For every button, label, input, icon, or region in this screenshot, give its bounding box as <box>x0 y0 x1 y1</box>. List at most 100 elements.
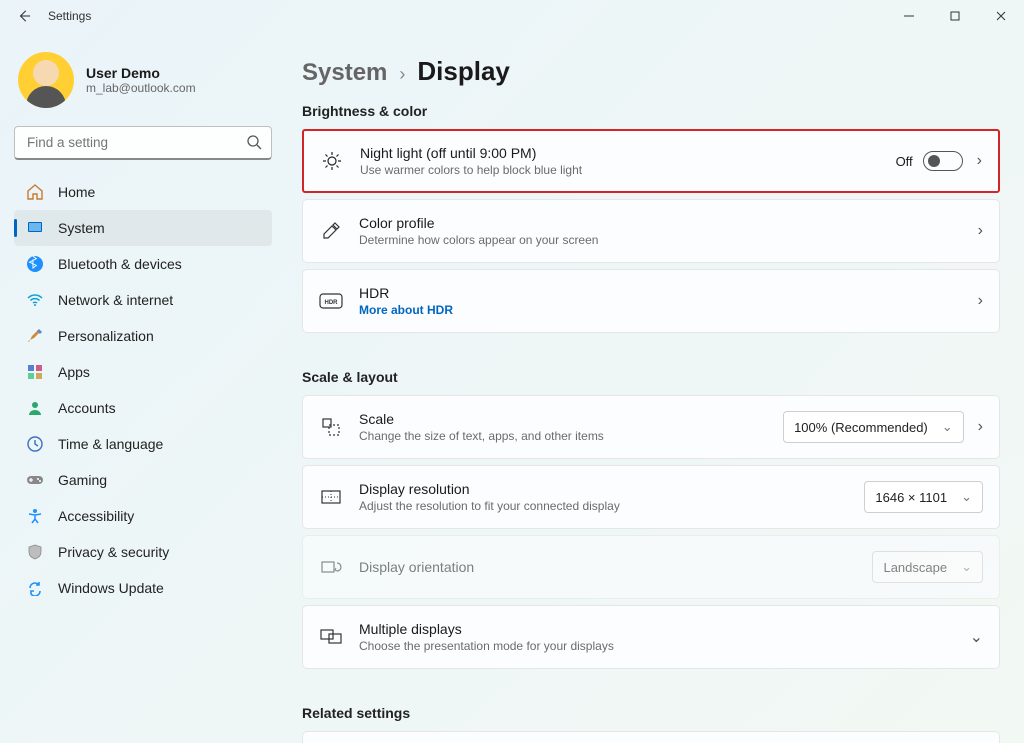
card-desc: Choose the presentation mode for your di… <box>359 639 954 653</box>
resolution-icon <box>319 488 343 506</box>
resolution-dropdown[interactable]: 1646 × 1101 ⌄ <box>864 481 983 513</box>
main-content: System › Display Brightness & color Nigh… <box>286 32 1024 743</box>
nav-accounts[interactable]: Accounts <box>14 390 272 426</box>
section-related: Related settings <box>302 705 1000 721</box>
nav-bluetooth[interactable]: Bluetooth & devices <box>14 246 272 282</box>
close-button[interactable] <box>978 0 1024 32</box>
apps-icon <box>26 363 44 381</box>
nav-label: Time & language <box>58 436 163 452</box>
profile-card[interactable]: User Demo m_lab@outlook.com <box>18 52 268 108</box>
search-input[interactable] <box>14 126 272 160</box>
profile-email: m_lab@outlook.com <box>86 81 196 95</box>
eyedropper-icon <box>319 221 343 241</box>
hdr-icon: HDR <box>319 293 343 309</box>
orientation-row: Display orientation Landscape ⌄ <box>302 535 1000 599</box>
nav-label: Personalization <box>58 328 154 344</box>
card-title: Color profile <box>359 215 962 231</box>
accessibility-icon <box>26 507 44 525</box>
chevron-right-icon: › <box>978 292 983 310</box>
card-title: Display orientation <box>359 559 856 575</box>
scale-icon <box>319 417 343 437</box>
combo-value: Landscape <box>883 560 947 575</box>
brush-icon <box>26 327 44 345</box>
search-icon <box>246 134 262 150</box>
nav-apps[interactable]: Apps <box>14 354 272 390</box>
breadcrumb-parent[interactable]: System <box>302 59 387 87</box>
card-title: Night light (off until 9:00 PM) <box>360 145 880 161</box>
combo-value: 100% (Recommended) <box>794 420 928 435</box>
toggle-label: Off <box>896 154 913 169</box>
search-box[interactable] <box>14 126 272 160</box>
chevron-down-icon: ⌄ <box>942 419 953 435</box>
clock-icon <box>26 435 44 453</box>
chevron-right-icon: › <box>399 64 405 85</box>
nav-label: System <box>58 220 105 236</box>
nav-accessibility[interactable]: Accessibility <box>14 498 272 534</box>
orientation-icon <box>319 558 343 576</box>
card-title: Multiple displays <box>359 621 954 637</box>
orientation-dropdown: Landscape ⌄ <box>872 551 983 583</box>
multiple-displays-row[interactable]: Multiple displays Choose the presentatio… <box>302 605 1000 669</box>
nav-personalization[interactable]: Personalization <box>14 318 272 354</box>
chevron-down-icon: ⌄ <box>961 559 972 575</box>
shield-icon <box>26 543 44 561</box>
scale-dropdown[interactable]: 100% (Recommended) ⌄ <box>783 411 964 443</box>
window-title: Settings <box>48 9 91 23</box>
nav-label: Network & internet <box>58 292 173 308</box>
resolution-row[interactable]: Display resolution Adjust the resolution… <box>302 465 1000 529</box>
card-desc: Change the size of text, apps, and other… <box>359 429 767 443</box>
card-title: Scale <box>359 411 767 427</box>
svg-text:HDR: HDR <box>325 300 339 306</box>
page-title: Display <box>417 56 510 87</box>
color-profile-row[interactable]: Color profile Determine how colors appea… <box>302 199 1000 263</box>
nav-label: Windows Update <box>58 580 164 596</box>
avatar <box>18 52 74 108</box>
nav-network[interactable]: Network & internet <box>14 282 272 318</box>
displays-icon <box>319 628 343 646</box>
hdr-link[interactable]: More about HDR <box>359 303 962 317</box>
nav-time[interactable]: Time & language <box>14 426 272 462</box>
nav-home[interactable]: Home <box>14 174 272 210</box>
gamepad-icon <box>26 471 44 489</box>
wifi-icon <box>26 291 44 309</box>
toggle-track[interactable] <box>923 151 963 171</box>
back-button[interactable] <box>8 0 40 32</box>
nav-system[interactable]: System <box>14 210 272 246</box>
card-desc: Adjust the resolution to fit your connec… <box>359 499 848 513</box>
card-title: HDR <box>359 285 962 301</box>
scale-row[interactable]: Scale Change the size of text, apps, and… <box>302 395 1000 459</box>
nav-label: Gaming <box>58 472 107 488</box>
nav-label: Privacy & security <box>58 544 169 560</box>
advanced-display-row[interactable]: Advanced display Display information, re… <box>302 731 1000 743</box>
update-icon <box>26 579 44 597</box>
bluetooth-icon <box>26 255 44 273</box>
night-light-toggle[interactable]: Off <box>896 151 963 171</box>
section-scale: Scale & layout <box>302 369 1000 385</box>
hdr-row[interactable]: HDR HDR More about HDR › <box>302 269 1000 333</box>
system-icon <box>26 219 44 237</box>
section-brightness: Brightness & color <box>302 103 1000 119</box>
nav-list: Home System Bluetooth & devices Network … <box>14 174 272 606</box>
maximize-button[interactable] <box>932 0 978 32</box>
chevron-down-icon: ⌄ <box>970 627 983 647</box>
nav-privacy[interactable]: Privacy & security <box>14 534 272 570</box>
nav-update[interactable]: Windows Update <box>14 570 272 606</box>
chevron-down-icon: ⌄ <box>961 489 972 505</box>
sidebar: User Demo m_lab@outlook.com Home System … <box>0 32 286 743</box>
card-title: Display resolution <box>359 481 848 497</box>
breadcrumb: System › Display <box>302 56 1000 87</box>
card-desc: Use warmer colors to help block blue lig… <box>360 163 880 177</box>
combo-value: 1646 × 1101 <box>875 490 947 505</box>
night-light-row[interactable]: Night light (off until 9:00 PM) Use warm… <box>302 129 1000 193</box>
night-light-icon <box>320 150 344 172</box>
nav-label: Bluetooth & devices <box>58 256 182 272</box>
profile-name: User Demo <box>86 65 196 81</box>
nav-label: Accessibility <box>58 508 134 524</box>
chevron-right-icon: › <box>978 418 983 436</box>
home-icon <box>26 183 44 201</box>
minimize-button[interactable] <box>886 0 932 32</box>
nav-label: Accounts <box>58 400 116 416</box>
nav-gaming[interactable]: Gaming <box>14 462 272 498</box>
chevron-right-icon: › <box>978 222 983 240</box>
title-bar: Settings <box>0 0 1024 32</box>
